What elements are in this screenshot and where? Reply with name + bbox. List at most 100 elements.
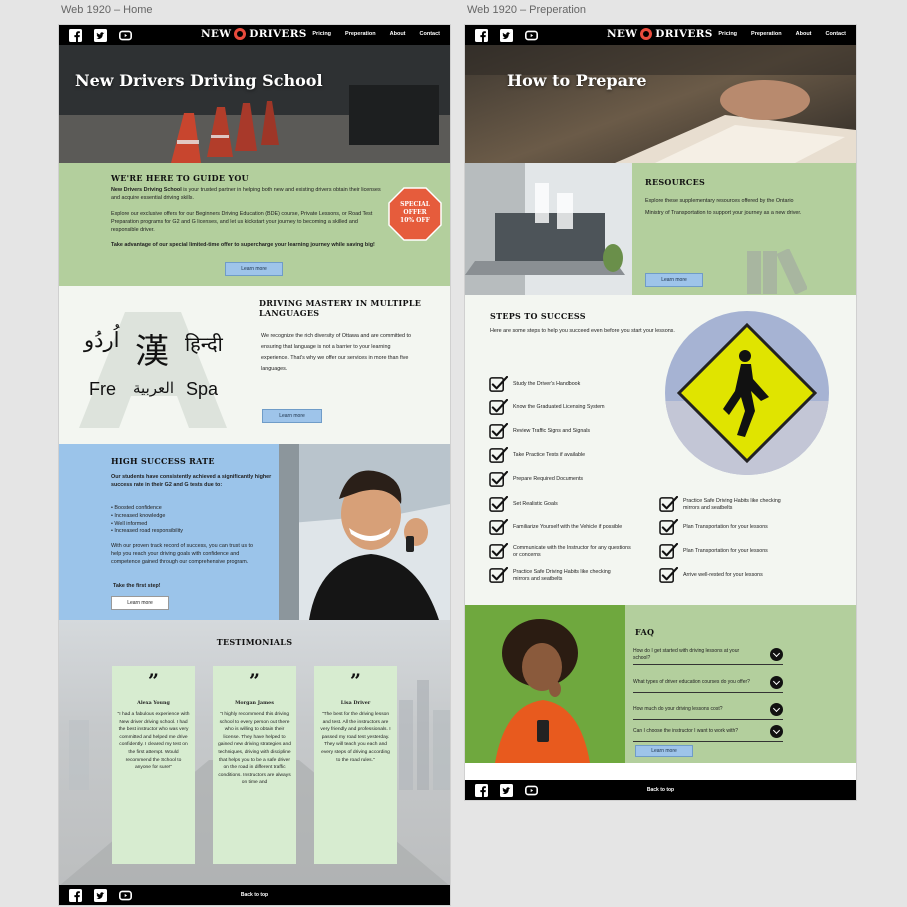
chevron-down-icon[interactable] [770,725,783,738]
faq-question-text: What types of driver education courses d… [633,679,750,686]
step-label: Familiarize Yourself with the Vehicle if… [513,524,623,531]
facebook-icon[interactable] [475,29,488,42]
nav-pricing[interactable]: Pricing [718,31,737,37]
youtube-icon[interactable] [119,29,132,42]
step-label: Plan Transportation for your lessons [683,524,768,531]
step-item: Prepare Required Documents [489,471,643,488]
nav-about[interactable]: About [796,31,812,37]
home-frame-label: Web 1920 – Home [61,4,153,16]
laptop-image [465,163,632,295]
nav-about[interactable]: About [390,31,406,37]
chevron-down-icon[interactable] [770,648,783,661]
guide-paragraph-1: New Drivers Driving School is your trust… [111,187,381,203]
faq-question[interactable]: How do I get started with driving lesson… [633,648,783,665]
step-label: Know the Graduated Licensing System [513,404,605,411]
resources-learn-more-button[interactable]: Learn more [645,273,703,287]
youtube-icon[interactable] [525,29,538,42]
steering-wheel-icon [234,28,247,40]
testimonial-card: ” Alexa Young "I had a fabulous experien… [112,666,195,864]
guide-paragraph-3: Take advantage of our special limited-ti… [111,242,375,248]
faq-question[interactable]: How much do your driving lessons cost? [633,703,783,720]
language-hindi: हिन्दी [185,334,223,356]
books-icon [747,249,807,294]
twitter-icon[interactable] [94,29,107,42]
success-bullet: • Increased knowledge [111,512,166,519]
twitter-icon[interactable] [500,29,513,42]
resources-heading: RESOURCES [645,177,706,187]
faq-question[interactable]: What types of driver education courses d… [633,676,783,693]
step-item: Set Realistic Goals [489,496,643,513]
step-label: Review Traffic Signs and Signals [513,428,591,435]
step-label: Arrive well-rested for your lessons [683,572,763,579]
step-label: Study the Driver's Handbook [513,381,581,388]
testimonial-text: "The best for the driving lesson and tes… [320,712,391,763]
back-to-top-link[interactable]: Back to top [59,892,450,898]
back-to-top-link[interactable]: Back to top [465,787,856,793]
faq-question-text: How do I get started with driving lesson… [633,648,740,661]
faq-question[interactable]: Can I choose the instructor I want to wo… [633,725,783,742]
quote-icon: ” [350,670,361,692]
resources-body: Explore these supplementary resources of… [645,198,802,217]
faq-question-text: Can I choose the instructor I want to wo… [633,728,739,735]
badge-line-2: OFFER [403,209,427,217]
success-learn-more-button[interactable]: Learn more [111,596,169,610]
step-label: Practice Safe Driving Habits like checki… [683,497,781,511]
language-arabic: العربية [133,380,174,397]
faq-heading: FAQ [635,627,655,637]
checkbox-icon [489,423,508,440]
hero-road-image [59,45,450,163]
success-section: HIGH SUCCESS RATE Our students have cons… [59,444,450,620]
prep-footer: Back to top [465,780,856,800]
checkbox-icon [489,519,508,536]
chevron-down-icon[interactable] [770,703,783,716]
brand-logo[interactable]: NEW DRIVERS [201,28,307,40]
home-hero: New Drivers Driving School [59,45,450,163]
languages-body: We recognize the rich diversity of Ottaw… [261,333,412,373]
guide-paragraph-2: Explore our exclusive offers for our Beg… [111,211,373,233]
hero-study-image [465,45,856,163]
brand-left: NEW [607,28,638,40]
step-item: Take Practice Tests if available [489,447,643,464]
step-item: Communicate with the Instructor for any … [489,543,633,560]
steering-wheel-icon [640,28,653,40]
chevron-down-icon[interactable] [770,676,783,689]
languages-heading: DRIVING MASTERY IN MULTIPLE LANGUAGES [259,298,422,319]
brand-logo[interactable]: NEW DRIVERS [607,28,713,40]
prep-hero: How to Prepare [465,45,856,163]
happy-driver-image [279,444,450,620]
badge-line-3: 10% OFF [400,217,430,225]
step-item: Plan Transportation for your lessons [659,543,803,560]
brand-left: NEW [201,28,232,40]
step-label: Practice Safe Driving Habits like checki… [513,568,611,582]
language-french: Fre [89,379,116,399]
faq-section: FAQ How do I get started with driving le… [465,605,856,763]
success-intro: Our students have consistently achieved … [111,474,272,488]
faq-learn-more-button[interactable]: Learn more [635,745,693,757]
success-heading: HIGH SUCCESS RATE [111,456,215,466]
prep-hero-title: How to Prepare [507,71,647,90]
languages-learn-more-button[interactable]: Learn more [262,409,322,423]
testimonials-heading: TESTIMONIALS [216,637,293,647]
nav-contact[interactable]: Contact [420,31,440,37]
quote-icon: ” [148,670,159,692]
nav-contact[interactable]: Contact [826,31,846,37]
step-label: Plan Transportation for your lessons [683,548,768,555]
prep-frame-label: Web 1920 – Preperation [467,4,587,16]
guide-learn-more-button[interactable]: Learn more [225,262,283,276]
testimonial-card: ” Lisa Driver "The best for the driving … [314,666,397,864]
steps-section: STEPS TO SUCCESS Here are some steps to … [465,295,856,605]
guide-section: WE'RE HERE TO GUIDE YOU New Drivers Driv… [59,163,450,286]
success-bullet-list: • Boosted confidence • Increased knowled… [111,505,276,536]
brand-right: DRIVERS [249,28,307,40]
checkbox-icon [659,543,678,560]
nav-pricing[interactable]: Pricing [312,31,331,37]
nav-preparation[interactable]: Preperation [345,31,376,37]
faq-question-text: How much do your driving lessons cost? [633,706,723,713]
checkbox-icon [489,496,508,513]
checkbox-icon [489,471,508,488]
nav-preparation[interactable]: Preperation [751,31,782,37]
languages-section: اُردُو 漢 हिन्दी Fre العربية Spa DRIVING … [59,286,450,444]
facebook-icon[interactable] [69,29,82,42]
step-label: Set Realistic Goals [513,501,558,508]
step-item: Study the Driver's Handbook [489,376,643,393]
